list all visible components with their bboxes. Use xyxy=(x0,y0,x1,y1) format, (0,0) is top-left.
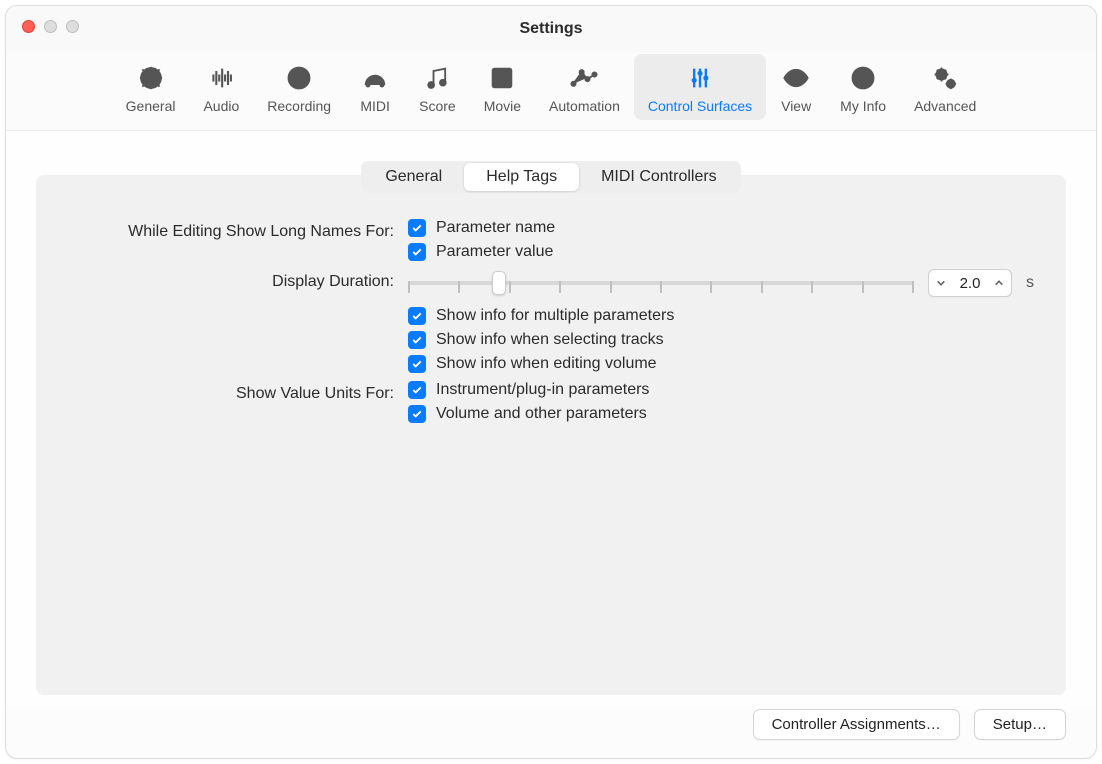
toolbar-label: Control Surfaces xyxy=(648,98,752,114)
display-duration-slider[interactable] xyxy=(408,271,914,295)
controller-assignments-button[interactable]: Controller Assignments… xyxy=(753,709,960,740)
window-title: Settings xyxy=(519,20,582,38)
toolbar-item-automation[interactable]: Automation xyxy=(535,54,634,120)
toolbar-label: MIDI xyxy=(360,98,390,114)
checkbox-label: Show info when selecting tracks xyxy=(436,331,664,349)
content-area: General Help Tags MIDI Controllers While… xyxy=(6,131,1096,709)
checkbox-label: Instrument/plug-in parameters xyxy=(436,381,649,399)
minimize-window-button[interactable] xyxy=(44,20,57,33)
checkbox-label: Volume and other parameters xyxy=(436,405,647,423)
checkbox-parameter-value[interactable] xyxy=(408,243,426,261)
label-while-editing: While Editing Show Long Names For: xyxy=(68,219,408,245)
subtab-general[interactable]: General xyxy=(363,163,464,191)
toolbar-item-control-surfaces[interactable]: Control Surfaces xyxy=(634,54,766,120)
subtab-midi-controllers[interactable]: MIDI Controllers xyxy=(579,163,739,191)
close-window-button[interactable] xyxy=(22,20,35,33)
window-controls xyxy=(22,20,79,33)
label-show-value-units: Show Value Units For: xyxy=(68,381,408,407)
toolbar-item-general[interactable]: General xyxy=(112,54,190,120)
toolbar-item-midi[interactable]: MIDI xyxy=(345,54,405,120)
bottom-bar: Controller Assignments… Setup… xyxy=(6,709,1096,758)
record-icon xyxy=(283,62,315,94)
checkbox-label: Show info for multiple parameters xyxy=(436,307,674,325)
settings-panel: While Editing Show Long Names For: Param… xyxy=(36,175,1066,695)
checkbox-parameter-name[interactable] xyxy=(408,219,426,237)
setup-button[interactable]: Setup… xyxy=(974,709,1066,740)
titlebar: Settings xyxy=(6,6,1096,52)
midi-icon xyxy=(359,62,391,94)
chevron-down-icon[interactable] xyxy=(935,277,947,289)
toolbar-item-advanced[interactable]: Advanced xyxy=(900,54,990,120)
waveform-icon xyxy=(205,62,237,94)
checkbox-label: Parameter name xyxy=(436,219,555,237)
subtab-help-tags[interactable]: Help Tags xyxy=(464,163,579,191)
toolbar-label: My Info xyxy=(840,98,886,114)
checkbox-label: Show info when editing volume xyxy=(436,355,657,373)
display-duration-value: 2.0 xyxy=(955,275,985,292)
checkbox-show-info-editing-volume[interactable] xyxy=(408,355,426,373)
checkbox-volume-other[interactable] xyxy=(408,405,426,423)
unit-label: s xyxy=(1026,274,1034,292)
music-note-icon xyxy=(421,62,453,94)
checkbox-show-info-multiple[interactable] xyxy=(408,307,426,325)
subtab-control: General Help Tags MIDI Controllers xyxy=(361,161,740,193)
toolbar-label: Automation xyxy=(549,98,620,114)
automation-icon xyxy=(568,62,600,94)
person-circle-icon xyxy=(847,62,879,94)
sliders-icon xyxy=(684,62,716,94)
display-duration-stepper[interactable]: 2.0 xyxy=(928,269,1012,297)
checkbox-label: Parameter value xyxy=(436,243,553,261)
eye-icon xyxy=(780,62,812,94)
toolbar-item-audio[interactable]: Audio xyxy=(189,54,253,120)
toolbar-item-my-info[interactable]: My Info xyxy=(826,54,900,120)
toolbar-label: Recording xyxy=(267,98,331,114)
settings-toolbar: General Audio Recording xyxy=(6,52,1096,131)
toolbar-item-view[interactable]: View xyxy=(766,54,826,120)
toolbar-label: View xyxy=(781,98,811,114)
toolbar-item-recording[interactable]: Recording xyxy=(253,54,345,120)
settings-window: Settings General Audio xyxy=(5,5,1097,759)
toolbar-item-movie[interactable]: Movie xyxy=(470,54,535,120)
toolbar-label: Advanced xyxy=(914,98,976,114)
label-display-duration: Display Duration: xyxy=(68,269,408,295)
toolbar-label: Score xyxy=(419,98,456,114)
toolbar-label: Movie xyxy=(484,98,521,114)
zoom-window-button[interactable] xyxy=(66,20,79,33)
gears-icon xyxy=(929,62,961,94)
toolbar-item-score[interactable]: Score xyxy=(405,54,470,120)
filmstrip-icon xyxy=(486,62,518,94)
checkbox-show-info-selecting[interactable] xyxy=(408,331,426,349)
toolbar-label: Audio xyxy=(203,98,239,114)
chevron-up-icon[interactable] xyxy=(993,277,1005,289)
toolbar-label: General xyxy=(126,98,176,114)
gear-icon xyxy=(135,62,167,94)
checkbox-instrument-plugin[interactable] xyxy=(408,381,426,399)
